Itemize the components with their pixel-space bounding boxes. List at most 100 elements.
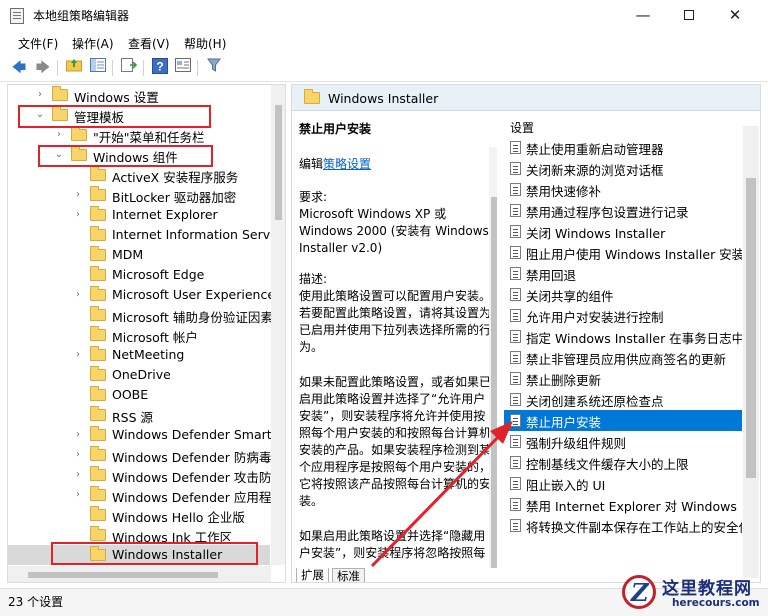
- setting-row[interactable]: 禁止用户安装: [504, 410, 742, 431]
- setting-row[interactable]: 禁止使用重新启动管理器: [504, 137, 742, 158]
- close-button[interactable]: ✕: [712, 0, 758, 31]
- edit-policy-link[interactable]: 策略设置: [323, 157, 371, 171]
- tab-standard[interactable]: 标准: [332, 568, 365, 582]
- tree-item-microsoft-account[interactable]: Microsoft 帐户: [8, 325, 270, 345]
- tab-extended[interactable]: 扩展: [296, 568, 329, 582]
- tree-item-label: Windows Defender 应用程序: [112, 490, 284, 505]
- tree-item-bitlocker[interactable]: › BitLocker 驱动器加密: [8, 185, 270, 205]
- setting-row[interactable]: 控制基线文件缓存大小的上限: [504, 452, 742, 473]
- forward-arrow-icon[interactable]: 🡆: [33, 58, 53, 78]
- back-arrow-icon[interactable]: 🡄: [9, 58, 29, 78]
- policy-setting-icon: [510, 288, 521, 301]
- chevron-right-icon[interactable]: ›: [72, 468, 84, 482]
- tree-item-windows-hello[interactable]: Windows Hello 企业版: [8, 505, 270, 525]
- settings-scrollbar[interactable]: [743, 126, 759, 578]
- tree-item-netmeeting[interactable]: › NetMeeting: [8, 345, 270, 365]
- menu-help[interactable]: 帮助(H): [184, 35, 226, 52]
- tree-item-start-menu[interactable]: › "开始"菜单和任务栏: [8, 125, 270, 145]
- description-scroll-thumb[interactable]: [491, 197, 497, 568]
- tree-horizontal-scrollbar[interactable]: [8, 566, 271, 582]
- policy-setting-icon: [510, 414, 521, 427]
- menu-view[interactable]: 查看(V): [128, 35, 170, 52]
- tree-item-activex[interactable]: ActiveX 安装程序服务: [8, 165, 270, 185]
- setting-row[interactable]: 指定 Windows Installer 在事务日志中记: [504, 326, 742, 347]
- up-folder-icon[interactable]: [64, 58, 84, 78]
- folder-icon: [90, 166, 106, 181]
- tree-item-label: OneDrive: [112, 367, 171, 382]
- chevron-right-icon[interactable]: ›: [72, 488, 84, 502]
- filter-icon[interactable]: [204, 58, 224, 78]
- policy-setting-icon: [510, 162, 521, 175]
- properties-icon[interactable]: [173, 58, 193, 78]
- tree-item-defender-exploit[interactable]: › Windows Defender 攻击防护: [8, 465, 284, 485]
- setting-row[interactable]: 强制升级组件规则: [504, 431, 742, 452]
- setting-row[interactable]: 禁用回退: [504, 263, 742, 284]
- tree-item-iis[interactable]: Internet Information Service: [8, 225, 285, 245]
- settings-column-header[interactable]: 设置: [510, 119, 534, 136]
- chevron-right-icon[interactable]: ›: [72, 208, 84, 222]
- tree-item-defender-antivirus[interactable]: › Windows Defender 防病毒程: [8, 445, 284, 465]
- minimize-button[interactable]: —: [620, 0, 666, 31]
- setting-row[interactable]: 关闭创建系统还原检查点: [504, 389, 742, 410]
- policy-setting-icon: [510, 309, 521, 322]
- setting-row[interactable]: 禁用 Internet Explorer 对 Windows In: [504, 494, 742, 515]
- tree-item-windows-settings[interactable]: › Windows 设置: [8, 85, 270, 105]
- setting-row[interactable]: 允许用户对安装进行控制: [504, 305, 742, 326]
- show-hide-tree-icon[interactable]: [88, 58, 108, 78]
- policy-setting-icon: [510, 435, 521, 448]
- menu-file[interactable]: 文件(F): [18, 35, 58, 52]
- tree-item-defender-app-guard[interactable]: › Windows Defender 应用程序: [8, 485, 284, 505]
- chevron-right-icon[interactable]: ›: [72, 288, 84, 302]
- toolbar-separator: [57, 60, 58, 76]
- tree-item-rss[interactable]: RSS 源: [8, 405, 270, 425]
- setting-row[interactable]: 关闭共享的组件: [504, 284, 742, 305]
- setting-label: 阻止用户使用 Windows Installer 安装更: [526, 247, 742, 262]
- tree-item-mdm[interactable]: MDM: [8, 245, 270, 265]
- tree-item-label: Microsoft User Experience V: [112, 287, 286, 302]
- menu-action[interactable]: 操作(A): [72, 35, 114, 52]
- setting-row[interactable]: 禁止删除更新: [504, 368, 742, 389]
- chevron-right-icon[interactable]: ›: [72, 348, 84, 362]
- watermark-logo: Z: [622, 575, 656, 609]
- chevron-right-icon[interactable]: ›: [72, 428, 84, 442]
- tree-item-label: Internet Information Service: [112, 227, 286, 242]
- maximize-button[interactable]: [666, 0, 712, 31]
- chevron-right-icon[interactable]: ›: [72, 188, 84, 202]
- tree-hscroll-thumb[interactable]: [28, 572, 218, 578]
- setting-row[interactable]: 禁止非管理员应用供应商签名的更新: [504, 347, 742, 368]
- settings-scroll-thumb[interactable]: [746, 178, 756, 478]
- setting-label: 禁止使用重新启动管理器: [526, 142, 664, 157]
- tree-scroll-thumb[interactable]: [275, 105, 282, 220]
- setting-row[interactable]: 阻止用户使用 Windows Installer 安装更: [504, 242, 742, 263]
- description-scrollbar[interactable]: [489, 147, 497, 568]
- content-header-title: Windows Installer: [328, 91, 439, 106]
- tree-item-oobe[interactable]: OOBE: [8, 385, 270, 405]
- folder-icon: [90, 246, 106, 261]
- setting-row[interactable]: 阻止嵌入的 UI: [504, 473, 742, 494]
- folder-icon: [52, 86, 68, 101]
- chevron-right-icon[interactable]: ›: [34, 88, 46, 102]
- setting-row[interactable]: 关闭 Windows Installer: [504, 221, 742, 242]
- folder-icon: [304, 89, 320, 104]
- tree-item-user-experience[interactable]: › Microsoft User Experience V: [8, 285, 285, 305]
- tree-item-defender-smartscreen[interactable]: › Windows Defender SmartSc: [8, 425, 285, 445]
- tree-item-label: ActiveX 安装程序服务: [112, 170, 239, 185]
- help-icon[interactable]: ?: [150, 58, 170, 78]
- window-title: 本地组策略编辑器: [33, 9, 130, 23]
- export-list-icon[interactable]: [119, 58, 139, 78]
- policy-setting-icon: [510, 456, 521, 469]
- setting-row[interactable]: 关闭新来源的浏览对话框: [504, 158, 742, 179]
- tree-item-edge[interactable]: Microsoft Edge: [8, 265, 270, 285]
- setting-row[interactable]: 禁用通过程序包设置进行记录: [504, 200, 742, 221]
- setting-row[interactable]: 将转换文件副本保存在工作站上的安全位: [504, 515, 742, 536]
- setting-row[interactable]: 禁用快速修补: [504, 179, 742, 200]
- chevron-right-icon[interactable]: ›: [72, 448, 84, 462]
- chevron-right-icon[interactable]: ›: [53, 128, 65, 142]
- highlight-box-windows-installer: [51, 542, 258, 565]
- tree-vertical-scrollbar[interactable]: [271, 85, 285, 565]
- tree-item-internet-explorer[interactable]: › Internet Explorer: [8, 205, 270, 225]
- tree-item-label: Windows 设置: [74, 90, 159, 105]
- tree-item-onedrive[interactable]: OneDrive: [8, 365, 270, 385]
- tree-item-secondary-auth[interactable]: Microsoft 辅助身份验证因素: [8, 305, 273, 325]
- policy-setting-icon: [510, 267, 521, 280]
